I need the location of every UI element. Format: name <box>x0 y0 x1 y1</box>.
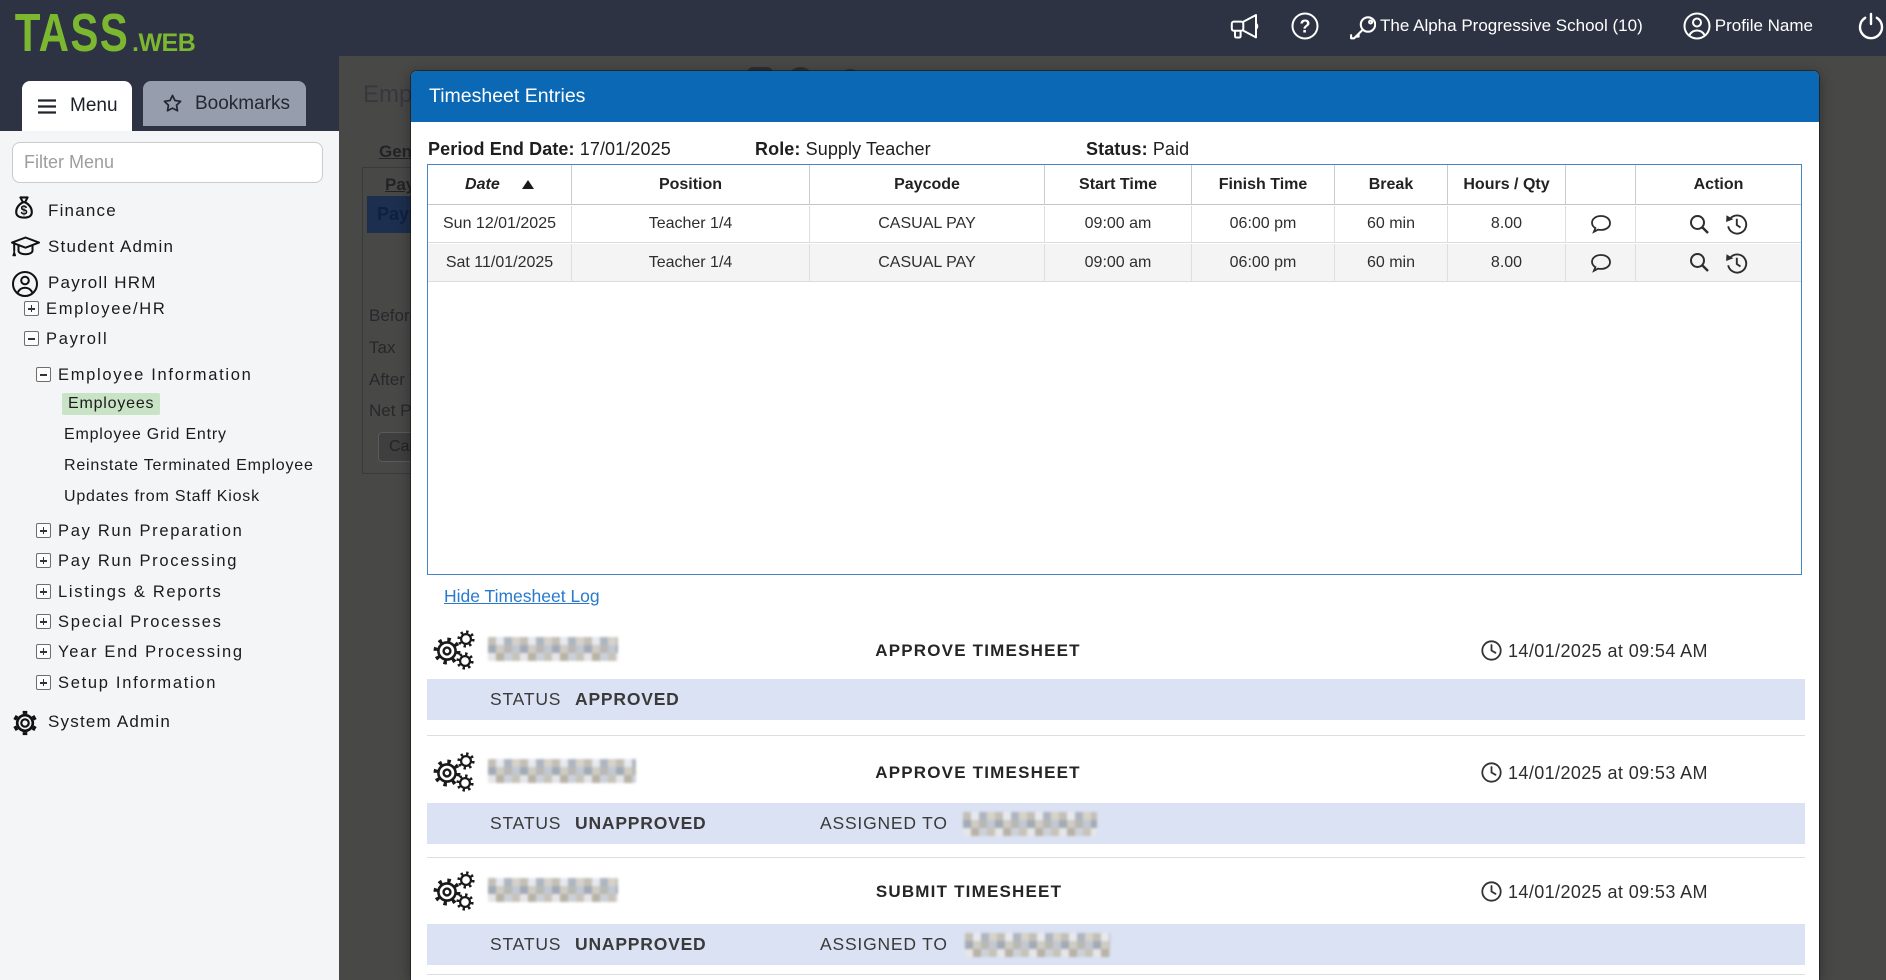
svg-text:.WEB: .WEB <box>132 29 195 57</box>
svg-text:TASS: TASS <box>15 5 128 57</box>
svg-text:?: ? <box>1300 16 1311 36</box>
